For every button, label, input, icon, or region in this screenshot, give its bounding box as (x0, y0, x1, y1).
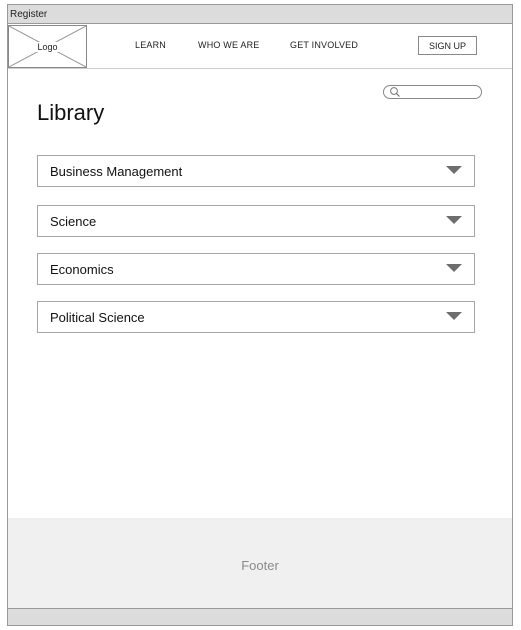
search-input[interactable] (402, 86, 477, 98)
accordion-label: Science (50, 214, 97, 229)
chevron-down-icon (446, 264, 462, 272)
app-window: Register Logo LEARN WHO WE ARE GET INVOL… (7, 4, 513, 626)
accordion-label: Business Management (50, 164, 183, 179)
nav-link-learn[interactable]: LEARN (135, 40, 166, 50)
chevron-down-icon (446, 216, 462, 224)
search-icon (390, 87, 400, 97)
accordion-label: Political Science (50, 310, 145, 325)
search-box[interactable] (383, 85, 482, 99)
logo-label: Logo (34, 41, 61, 52)
chevron-down-icon (446, 166, 462, 174)
page-title: Library (37, 100, 105, 125)
accordion-economics[interactable]: Economics (37, 253, 475, 285)
footer: Footer (8, 518, 512, 608)
accordion-label: Economics (50, 262, 114, 277)
top-navigation: Logo LEARN WHO WE ARE GET INVOLVED SIGN … (8, 24, 512, 69)
window-bottom-bar (8, 608, 512, 625)
logo[interactable]: Logo (8, 25, 87, 68)
sign-up-label: SIGN UP (428, 40, 466, 51)
nav-link-who-we-are[interactable]: WHO WE ARE (198, 40, 260, 50)
nav-link-get-involved[interactable]: GET INVOLVED (290, 40, 358, 50)
footer-label: Footer (241, 558, 279, 573)
sign-up-button[interactable]: SIGN UP (418, 36, 477, 55)
accordion-science[interactable]: Science (37, 205, 475, 237)
window-titlebar: Register (8, 5, 512, 24)
accordion-political-science[interactable]: Political Science (37, 301, 475, 333)
chevron-down-icon (446, 312, 462, 320)
window-title: Register (10, 9, 48, 20)
accordion-business-management[interactable]: Business Management (37, 155, 475, 187)
